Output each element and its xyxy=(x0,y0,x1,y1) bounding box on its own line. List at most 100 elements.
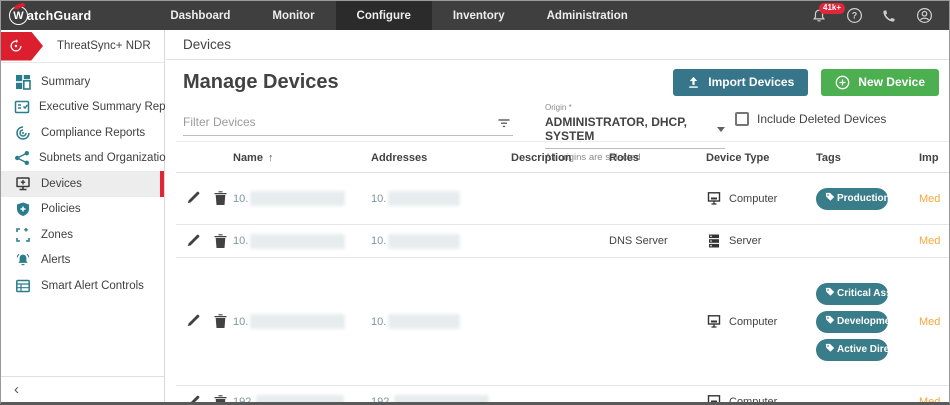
app-window: W atchGuard Dashboard Monitor Configure Inv… xyxy=(0,0,950,405)
help-icon[interactable]: ? xyxy=(845,7,863,25)
filter-row: Origin * ADMINISTRATOR, DHCP, SYSTEM All… xyxy=(183,103,949,163)
nav-item-administration[interactable]: Administration xyxy=(526,1,649,30)
threatsync-sync-icon xyxy=(10,39,22,52)
report-icon xyxy=(14,98,30,116)
logo-text: atchGuard xyxy=(27,8,92,23)
redacted-name xyxy=(256,394,345,402)
column-header-device_type[interactable]: Device Type xyxy=(706,142,769,174)
column-header-addresses[interactable]: Addresses xyxy=(371,142,427,174)
delete-trash-icon[interactable] xyxy=(213,190,230,207)
edit-pencil-icon[interactable] xyxy=(186,233,203,250)
row-actions xyxy=(186,386,230,402)
nav-item-monitor[interactable]: Monitor xyxy=(251,1,335,30)
product-name: ThreatSync+ NDR xyxy=(57,40,151,52)
device-type-cell: Server xyxy=(706,225,761,257)
sidebar-item-devices[interactable]: Devices xyxy=(1,171,164,197)
sidebar: ThreatSync+ NDR Summary Executive Summary… xyxy=(1,30,179,402)
device-row: 10. 10. Computer Critical Asset Development A… xyxy=(176,258,949,386)
page-title: Manage Devices xyxy=(183,70,339,93)
redacted-address xyxy=(388,233,461,249)
column-header-importance[interactable]: Imp xyxy=(919,142,939,174)
notification-count-badge: 41k+ xyxy=(819,2,846,14)
computer-icon xyxy=(706,394,722,402)
sidebar-item-executive-summary-report[interactable]: Executive Summary Report xyxy=(1,95,179,121)
watchguard-logo[interactable]: W atchGuard xyxy=(9,2,92,25)
device-roles-cell: DNS Server xyxy=(609,235,668,247)
sidebar-item-alerts[interactable]: Alerts xyxy=(1,248,164,274)
edit-pencil-icon[interactable] xyxy=(186,190,203,207)
edit-pencil-icon[interactable] xyxy=(186,313,203,330)
device-name-cell[interactable]: 10. xyxy=(233,173,346,224)
chevron-down-icon xyxy=(717,126,725,132)
sort-ascending-icon: ↑ xyxy=(267,152,274,164)
subnets-icon xyxy=(14,149,30,167)
sidebar-collapse-button[interactable]: ‹ xyxy=(1,376,164,402)
filter-list-icon[interactable] xyxy=(497,116,511,135)
checkbox-box[interactable] xyxy=(735,112,749,126)
navbar-utilities: 41k+ ? xyxy=(810,2,933,25)
row-actions xyxy=(186,173,230,224)
notifications-bell-icon[interactable]: 41k+ xyxy=(810,2,846,25)
tag-pill[interactable]: Production xyxy=(816,187,890,210)
import-devices-button[interactable]: Import Devices xyxy=(673,68,809,96)
origin-label: Origin * xyxy=(545,103,572,112)
phone-support-icon[interactable] xyxy=(880,7,898,25)
logo-w-mark: W xyxy=(9,2,28,25)
device-importance-cell: Med xyxy=(919,192,941,205)
device-name-cell[interactable]: 10. xyxy=(233,225,346,257)
tag-pill[interactable]: Critical Asset xyxy=(816,282,901,305)
compliance-icon xyxy=(14,124,32,142)
account-icon[interactable] xyxy=(915,7,933,25)
threatsync-pennant xyxy=(1,31,43,61)
device-address-cell: 10. xyxy=(371,258,461,385)
title-row: Manage Devices Import Devices New Device xyxy=(183,62,939,102)
include-deleted-checkbox[interactable]: Include Deleted Devices xyxy=(735,112,886,126)
nav-item-inventory[interactable]: Inventory xyxy=(432,1,526,30)
main-nav: Dashboard Monitor Configure Inventory Admini… xyxy=(149,1,648,30)
device-row: 10. 10. Computer Production Med xyxy=(176,173,949,225)
redacted-name xyxy=(250,191,346,206)
redacted-address xyxy=(388,191,461,206)
nav-item-configure[interactable]: Configure xyxy=(335,1,432,30)
column-header-name[interactable]: Name ↑ xyxy=(233,142,273,174)
row-actions xyxy=(186,258,230,385)
device-row: 10. 10. DNS Server Server Med xyxy=(176,225,949,258)
computer-icon xyxy=(706,191,722,207)
device-name-cell[interactable]: 10. xyxy=(233,258,346,385)
delete-trash-icon[interactable] xyxy=(213,233,230,250)
sidebar-item-smart-alert-controls[interactable]: Smart Alert Controls xyxy=(1,273,164,299)
svg-text:?: ? xyxy=(851,11,856,21)
table-header-row: Name ↑ Addresses Description Roles Device Typ… xyxy=(176,141,949,174)
column-header-roles[interactable]: Roles xyxy=(609,142,639,174)
title-actions: Import Devices New Device xyxy=(673,68,939,96)
sidebar-item-summary[interactable]: Summary xyxy=(1,69,164,95)
device-address-cell: 10. xyxy=(371,173,461,224)
column-header-tags[interactable]: Tags xyxy=(816,142,841,174)
sidebar-product-header: ThreatSync+ NDR xyxy=(1,30,164,63)
device-type-cell: Computer xyxy=(706,173,777,224)
server-icon xyxy=(706,233,722,249)
delete-trash-icon[interactable] xyxy=(213,394,230,402)
sidebar-item-policies[interactable]: Policies xyxy=(1,197,164,223)
filter-devices-input[interactable] xyxy=(183,111,513,136)
device-name-cell[interactable]: 192. xyxy=(233,386,345,402)
tag-pill[interactable]: Active Directory xyxy=(816,338,914,361)
upload-icon xyxy=(689,76,699,88)
device-address-cell: 10. xyxy=(371,225,461,257)
logo-w-letter: W xyxy=(13,9,24,22)
sidebar-menu: Summary Executive Summary Report Complianc… xyxy=(1,69,179,299)
sidebar-item-zones[interactable]: Zones xyxy=(1,222,164,248)
column-header-description[interactable]: Description xyxy=(511,142,572,174)
new-device-button[interactable]: New Device xyxy=(821,68,939,96)
page-breadcrumb: Devices xyxy=(183,37,232,52)
nav-item-dashboard[interactable]: Dashboard xyxy=(149,1,251,30)
device-tags-cell: Production xyxy=(816,173,890,224)
sidebar-item-compliance-reports[interactable]: Compliance Reports xyxy=(1,120,164,146)
device-row: 192. 192. Computer Med xyxy=(176,386,949,402)
redacted-address xyxy=(388,314,461,329)
edit-pencil-icon[interactable] xyxy=(186,394,203,402)
sidebar-item-subnets-and-organizations[interactable]: Subnets and Organizations xyxy=(1,146,178,172)
delete-trash-icon[interactable] xyxy=(213,313,230,330)
tag-pill[interactable]: Development xyxy=(816,310,900,333)
computer-icon xyxy=(706,314,722,330)
